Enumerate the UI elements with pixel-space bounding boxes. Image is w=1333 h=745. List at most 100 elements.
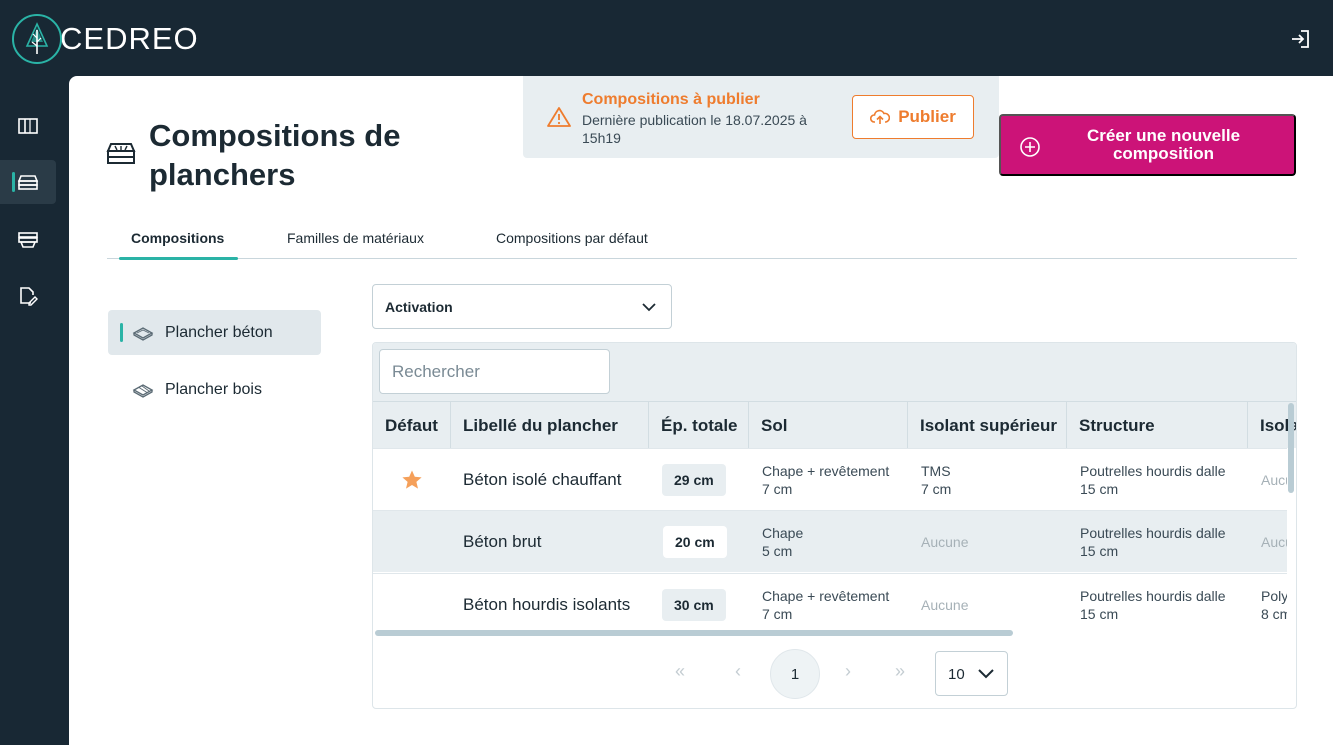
- cell-line-1: Chape + revêtement: [762, 588, 890, 604]
- wood-slab-icon: [132, 384, 154, 398]
- publish-button-label: Publier: [898, 107, 956, 126]
- cell-line-1: Aucune: [921, 597, 969, 613]
- side-item-label: Plancher béton: [165, 323, 273, 341]
- left-nav-rail: [0, 76, 69, 745]
- plus-circle-icon: [1020, 137, 1040, 157]
- active-indicator: [12, 172, 15, 192]
- chevron-down-icon: [978, 669, 994, 679]
- cell-line-2: 5 cm: [762, 543, 793, 559]
- cell-line-2: 7 cm: [762, 606, 793, 622]
- cell-structure: Poutrelles hourdis dalle 15 cm: [1068, 574, 1226, 635]
- table-row[interactable]: Béton hourdis isolants 30 cm Chape + rev…: [373, 573, 1287, 635]
- cell-floor-label: Béton hourdis isolants: [463, 595, 631, 614]
- previous-page-icon[interactable]: ‹: [735, 661, 741, 682]
- horizontal-scrollbar[interactable]: [375, 630, 1013, 636]
- tab-material-families[interactable]: Familles de matériaux: [287, 230, 424, 246]
- column-header-upper-insulation[interactable]: Isolant supérieur: [908, 402, 1067, 449]
- cell-lower-insulation: Aucune: [1249, 511, 1287, 572]
- table-row[interactable]: Béton brut 20 cm Chape 5 cm Aucune Poutr…: [373, 510, 1287, 572]
- chevron-down-icon: [642, 303, 656, 312]
- cell-upper-insulation: TMS 7 cm: [909, 449, 951, 510]
- tab-default-compositions[interactable]: Compositions par défaut: [496, 230, 648, 246]
- floor-stack-icon: [106, 143, 136, 164]
- cell-line-1: Chape + revêtement: [762, 463, 890, 479]
- side-item-wood-floor[interactable]: Plancher bois: [108, 367, 321, 412]
- logout-icon[interactable]: [1289, 28, 1311, 50]
- cell-upper-insulation: Aucune: [909, 574, 968, 635]
- thickness-pill: 29 cm: [662, 464, 726, 496]
- search-box[interactable]: [379, 349, 610, 394]
- column-header-thickness[interactable]: Ép. totale: [649, 402, 749, 449]
- side-item-concrete-floor[interactable]: Plancher béton: [108, 310, 321, 355]
- wall-composition-icon: [18, 118, 38, 134]
- column-header-label[interactable]: Libellé du plancher: [451, 402, 649, 449]
- cell-line-1: TMS: [921, 463, 951, 479]
- cell-floor-covering: Chape + revêtement 7 cm: [750, 449, 889, 510]
- tab-compositions[interactable]: Compositions: [131, 230, 224, 246]
- table-row[interactable]: Béton isolé chauffant 29 cm Chape + revê…: [373, 448, 1287, 510]
- cell-line-1: Polystyrène: [1261, 588, 1287, 604]
- current-page-button[interactable]: 1: [770, 649, 820, 699]
- publish-button[interactable]: Publier: [852, 95, 974, 139]
- ceiling-composition-icon: [18, 232, 38, 248]
- thickness-pill: 30 cm: [662, 589, 726, 621]
- last-page-icon[interactable]: »: [895, 661, 905, 682]
- cell-line-2: 15 cm: [1080, 543, 1119, 559]
- table-header: Défaut Libellé du plancher Ép. totale So…: [373, 401, 1296, 449]
- cell-upper-insulation: Aucune: [909, 511, 968, 572]
- cell-line-1: Chape: [762, 525, 804, 541]
- side-item-label: Plancher bois: [165, 380, 262, 398]
- cell-floor-label: Béton isolé chauffant: [463, 470, 622, 489]
- cell-line-1: Aucune: [1261, 534, 1287, 550]
- main-panel: Compositions de planchers Compositions à…: [69, 76, 1333, 745]
- vertical-scrollbar[interactable]: [1288, 403, 1294, 493]
- cell-thickness: 29 cm: [650, 449, 726, 510]
- warning-icon: [547, 107, 571, 127]
- rail-item-edit[interactable]: [0, 274, 56, 318]
- table-toolbar: [373, 343, 1296, 401]
- thickness-pill: 20 cm: [663, 526, 727, 558]
- active-tab-underline: [119, 257, 238, 260]
- document-edit-icon: [20, 287, 38, 306]
- top-bar: CEDREO: [0, 0, 1333, 76]
- next-page-icon[interactable]: ›: [845, 661, 851, 682]
- cell-floor-covering: Chape + revêtement 7 cm: [750, 574, 889, 635]
- star-default-icon[interactable]: [401, 469, 423, 491]
- tab-bar: Compositions Familles de matériaux Compo…: [107, 224, 1297, 260]
- cell-line-2: 7 cm: [921, 481, 952, 497]
- cell-floor-label: Béton brut: [463, 532, 542, 551]
- create-composition-button[interactable]: Créer une nouvelle composition: [999, 114, 1296, 176]
- filter-selected-value: Activation: [385, 299, 453, 315]
- cell-line-1: Poutrelles hourdis dalle: [1080, 463, 1226, 479]
- column-header-default[interactable]: Défaut: [373, 402, 451, 449]
- publish-banner-title: Compositions à publier: [582, 91, 760, 108]
- column-header-structure[interactable]: Structure: [1067, 402, 1248, 449]
- publish-banner: Compositions à publier Dernière publicat…: [523, 76, 999, 158]
- cell-structure: Poutrelles hourdis dalle 15 cm: [1068, 449, 1226, 510]
- last-publication-text: Dernière publication le 18.07.2025 à 15h…: [582, 112, 807, 146]
- cell-thickness: 30 cm: [650, 574, 726, 635]
- tree-logo-icon: [12, 14, 62, 64]
- create-composition-label: Créer une nouvelle composition: [1086, 126, 1241, 163]
- cell-line-1: Aucune: [921, 534, 969, 550]
- cell-lower-insulation: Aucune: [1249, 449, 1287, 510]
- active-indicator: [120, 323, 123, 342]
- page-title: Compositions de planchers: [149, 118, 401, 192]
- cloud-upload-icon: [870, 109, 891, 124]
- search-input[interactable]: [380, 350, 609, 393]
- cell-line-1: Poutrelles hourdis dalle: [1080, 588, 1226, 604]
- page-size-select[interactable]: 10: [935, 651, 1008, 696]
- rail-item-roofs[interactable]: [0, 218, 56, 262]
- cell-line-2: 15 cm: [1080, 481, 1119, 497]
- rail-item-walls[interactable]: [0, 104, 56, 148]
- cedreo-logo[interactable]: CEDREO: [12, 14, 199, 64]
- rail-item-floors[interactable]: [0, 160, 56, 204]
- activation-filter-dropdown[interactable]: Activation: [372, 284, 672, 329]
- pagination: « ‹ 1 › » 10: [373, 643, 1296, 703]
- first-page-icon[interactable]: «: [675, 661, 685, 682]
- cell-line-2: 8 cm: [1261, 606, 1287, 622]
- cell-line-1: Poutrelles hourdis dalle: [1080, 525, 1226, 541]
- column-header-floor-covering[interactable]: Sol: [749, 402, 908, 449]
- concrete-slab-icon: [132, 327, 154, 341]
- cell-line-1: Aucune: [1261, 472, 1287, 488]
